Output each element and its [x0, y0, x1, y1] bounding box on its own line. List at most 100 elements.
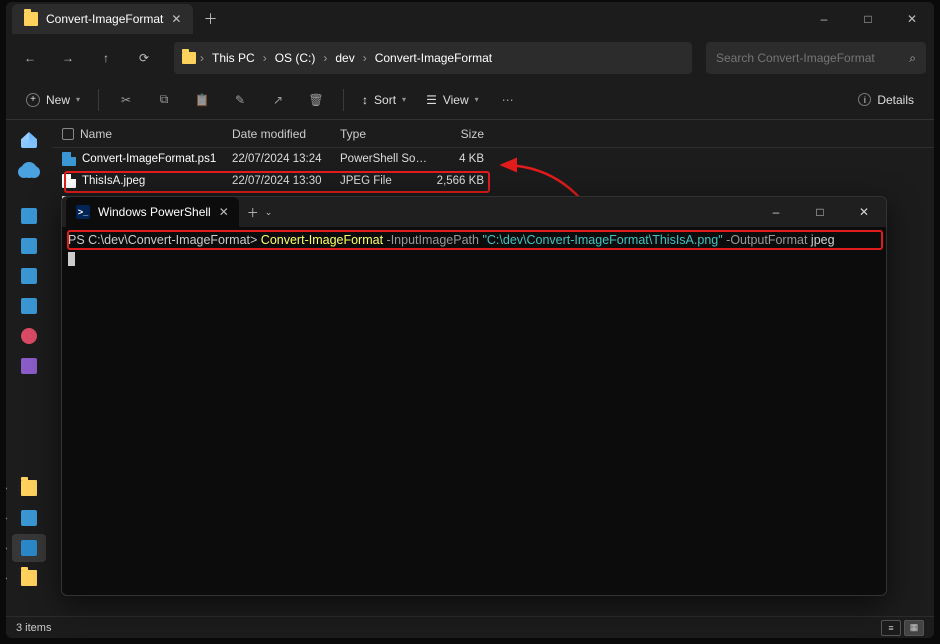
search-input[interactable]	[716, 51, 901, 65]
maximize-button[interactable]: □	[798, 197, 842, 227]
rail-music[interactable]	[12, 322, 46, 350]
file-type: JPEG File	[340, 175, 428, 187]
file-date: 22/07/2024 13:30	[232, 175, 340, 187]
chevron-down-icon: ▾	[402, 95, 406, 104]
maximize-button[interactable]: □	[846, 2, 890, 36]
file-name: Convert-ImageFormat.ps1	[82, 153, 216, 165]
file-icon	[62, 174, 76, 188]
search-icon[interactable]: ⌕	[909, 51, 916, 66]
tab-close-icon[interactable]: ✕	[219, 205, 229, 219]
chevron-right-icon: ›	[363, 51, 367, 65]
new-label: New	[46, 93, 70, 107]
column-headers: Name Date modified Type Size	[52, 120, 934, 148]
chevron-right-icon: ›	[200, 51, 204, 65]
file-row[interactable]: ThisIsA.jpeg 22/07/2024 13:30 JPEG File …	[52, 170, 934, 192]
nav-toolbar: ← → ↑ ⟳ › This PC › OS (C:) › dev › Conv…	[6, 36, 934, 80]
tab-title: Convert-ImageFormat	[46, 12, 163, 26]
view-list-button[interactable]: ≡	[881, 620, 901, 636]
chevron-down-icon: ▾	[475, 95, 479, 104]
arg-string: "C:\dev\Convert-ImageFormat\ThisIsA.png"	[482, 233, 722, 247]
col-size[interactable]: Size	[428, 127, 484, 141]
window-controls: – □ ✕	[802, 2, 934, 36]
param: -InputImagePath	[387, 233, 479, 247]
terminal-body[interactable]: PS C:\dev\Convert-ImageFormat> Convert-I…	[62, 227, 886, 273]
param: -OutputFormat	[726, 233, 807, 247]
crumb[interactable]: This PC	[208, 49, 259, 67]
sort-label: Sort	[374, 93, 396, 107]
file-row[interactable]: Convert-ImageFormat.ps1 22/07/2024 13:24…	[52, 148, 934, 170]
rail-folder[interactable]	[12, 202, 46, 230]
file-name: ThisIsA.jpeg	[82, 175, 145, 187]
view-details-button[interactable]: ▦	[904, 620, 924, 636]
new-button[interactable]: + New ▾	[18, 85, 88, 115]
rail-folder[interactable]	[12, 262, 46, 290]
breadcrumb[interactable]: › This PC › OS (C:) › dev › Convert-Imag…	[174, 42, 692, 74]
rail-home[interactable]	[12, 126, 46, 154]
rail-onedrive[interactable]	[12, 156, 46, 184]
details-label: Details	[877, 93, 914, 107]
file-icon	[62, 152, 76, 166]
rail-downloads[interactable]	[12, 232, 46, 260]
terminal-window-controls: – □ ✕	[754, 197, 886, 227]
command-toolbar: + New ▾ ✂ ⧉ 📋 ✎ ↗ 🗑 ↕ Sort ▾ ☰ View ▾ ⋯ …	[6, 80, 934, 120]
close-button[interactable]: ✕	[842, 197, 886, 227]
rail-videos[interactable]	[12, 352, 46, 380]
copy-button[interactable]: ⧉	[147, 85, 181, 115]
arg-value: jpeg	[811, 233, 835, 247]
view-icon: ☰	[426, 93, 437, 107]
rail-folder[interactable]: ›	[12, 564, 46, 592]
close-button[interactable]: ✕	[890, 2, 934, 36]
refresh-button[interactable]: ⟳	[128, 42, 160, 74]
terminal-tab-title: Windows PowerShell	[98, 205, 211, 219]
chevron-right-icon: ›	[263, 51, 267, 65]
prompt: PS C:\dev\Convert-ImageFormat>	[68, 233, 257, 247]
nav-rail: › › › ›	[6, 120, 52, 616]
col-type[interactable]: Type	[340, 127, 428, 141]
crumb[interactable]: dev	[331, 49, 358, 67]
crumb[interactable]: OS (C:)	[271, 49, 320, 67]
back-button[interactable]: ←	[14, 42, 46, 74]
share-button[interactable]: ↗	[261, 85, 295, 115]
tab-close-icon[interactable]: ✕	[171, 12, 181, 26]
explorer-tabbar: Convert-ImageFormat ✕ ＋ – □ ✕	[6, 2, 934, 36]
rail-pictures[interactable]	[12, 292, 46, 320]
forward-button[interactable]: →	[52, 42, 84, 74]
crumb[interactable]: Convert-ImageFormat	[371, 49, 496, 67]
details-button[interactable]: i Details	[850, 85, 922, 115]
chevron-down-icon: ▾	[76, 95, 80, 104]
file-size: 4 KB	[428, 153, 484, 165]
rename-button[interactable]: ✎	[223, 85, 257, 115]
status-bar: 3 items ≡ ▦	[6, 616, 934, 638]
more-button[interactable]: ⋯	[491, 85, 525, 115]
col-name[interactable]: Name	[62, 127, 232, 141]
col-date[interactable]: Date modified	[232, 127, 340, 141]
file-size: 2,566 KB	[428, 175, 484, 187]
up-button[interactable]: ↑	[90, 42, 122, 74]
chevron-right-icon: ›	[323, 51, 327, 65]
folder-icon	[182, 52, 196, 64]
minimize-button[interactable]: –	[754, 197, 798, 227]
terminal-tabbar: >_ Windows PowerShell ✕ ＋⌄ – □ ✕	[62, 197, 886, 227]
item-count: 3 items	[16, 622, 51, 634]
view-button[interactable]: ☰ View ▾	[418, 85, 487, 115]
file-type: PowerShell Source…	[340, 153, 428, 165]
delete-button[interactable]: 🗑	[299, 85, 333, 115]
select-all-checkbox[interactable]	[62, 128, 74, 140]
minimize-button[interactable]: –	[802, 2, 846, 36]
terminal-window: >_ Windows PowerShell ✕ ＋⌄ – □ ✕ PS C:\d…	[61, 196, 887, 596]
info-icon: i	[858, 93, 871, 106]
cut-button[interactable]: ✂	[109, 85, 143, 115]
terminal-line: PS C:\dev\Convert-ImageFormat> Convert-I…	[68, 231, 880, 250]
new-tab-button[interactable]: ＋	[203, 9, 217, 29]
paste-button[interactable]: 📋	[185, 85, 219, 115]
explorer-tab[interactable]: Convert-ImageFormat ✕	[12, 4, 193, 34]
terminal-tab[interactable]: >_ Windows PowerShell ✕	[66, 197, 239, 227]
folder-icon	[24, 12, 38, 26]
sort-button[interactable]: ↕ Sort ▾	[354, 85, 414, 115]
plus-icon: +	[26, 93, 40, 107]
search-box[interactable]: ⌕	[706, 42, 926, 74]
rail-folder[interactable]: ›	[12, 474, 46, 502]
rail-folder[interactable]: ›	[12, 504, 46, 532]
rail-this-pc[interactable]: ›	[12, 534, 46, 562]
terminal-new-tab[interactable]: ＋⌄	[247, 204, 273, 221]
